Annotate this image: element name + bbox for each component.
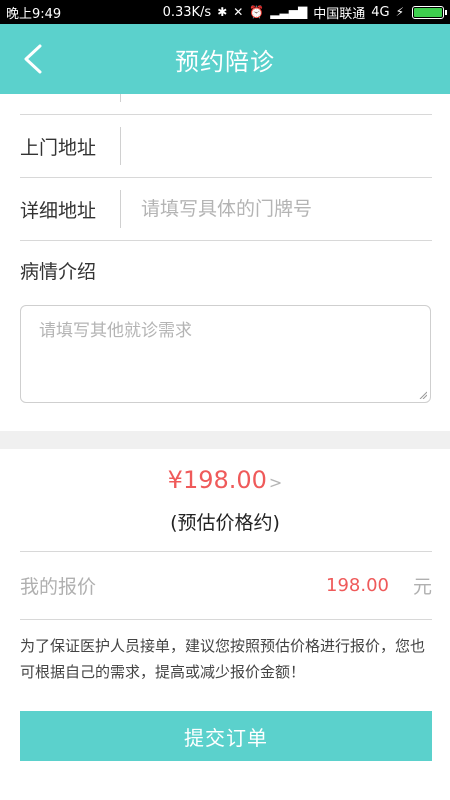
chevron-right-icon: >	[268, 473, 283, 492]
estimated-price-value: ¥198.00	[167, 466, 267, 494]
condition-textarea[interactable]	[21, 306, 430, 402]
charging-icon: ⚡	[395, 5, 404, 19]
signal-icon: ▂▃▅▇	[270, 5, 308, 19]
status-bar: 晚上9:49 0.33K/s ✱ ✕ ⏰ ▂▃▅▇ 中国联通 4G ⚡	[0, 0, 450, 24]
address-label: 上门地址	[20, 136, 97, 159]
status-right: 0.33K/s ✱ ✕ ⏰ ▂▃▅▇ 中国联通 4G ⚡	[162, 3, 447, 22]
estimated-price[interactable]: ¥198.00 >	[0, 466, 450, 494]
condition-textarea-box[interactable]	[20, 305, 431, 403]
battery-icon	[412, 5, 447, 19]
my-offer-label: 我的报价	[20, 575, 97, 598]
detail-address-input[interactable]	[139, 197, 432, 221]
network-type: 4G	[371, 4, 390, 20]
row-divider	[120, 190, 121, 228]
status-time: 晚上9:49	[6, 6, 62, 22]
condition-label: 病情介绍	[20, 261, 97, 283]
section-separator	[0, 431, 450, 449]
submit-order-button[interactable]: 提交订单	[20, 711, 432, 761]
my-offer-row[interactable]: 我的报价 198.00 元	[20, 568, 432, 602]
divider	[20, 551, 432, 552]
page-title: 预约陪诊	[175, 47, 275, 76]
divider	[20, 619, 432, 620]
currency-unit: 元	[412, 575, 432, 598]
carrier-name: 中国联通	[313, 6, 366, 22]
scrolled-row	[20, 94, 432, 115]
back-button[interactable]	[18, 42, 52, 76]
my-offer-value[interactable]: 198.00	[326, 575, 389, 596]
estimate-note: (预估价格约)	[170, 512, 280, 534]
bluetooth-icon: ✱	[217, 5, 228, 19]
row-divider	[120, 127, 121, 165]
row-divider	[120, 94, 121, 102]
pricing-advice: 为了保证医护人员接单，建议您按照预估价格进行报价，您也可根据自己的需求，提高或减…	[20, 637, 426, 681]
alarm-icon: ⏰	[249, 5, 265, 19]
detail-address-row[interactable]: 详细地址	[20, 178, 432, 241]
chevron-left-icon	[24, 44, 42, 74]
detail-address-label: 详细地址	[20, 199, 97, 222]
app-header: 预约陪诊	[0, 24, 450, 94]
resize-grip-icon[interactable]	[419, 391, 427, 399]
address-row[interactable]: 上门地址	[20, 115, 432, 178]
network-speed: 0.33K/s	[162, 4, 212, 20]
vibrate-off-icon: ✕	[233, 5, 244, 19]
address-input[interactable]	[139, 134, 432, 158]
